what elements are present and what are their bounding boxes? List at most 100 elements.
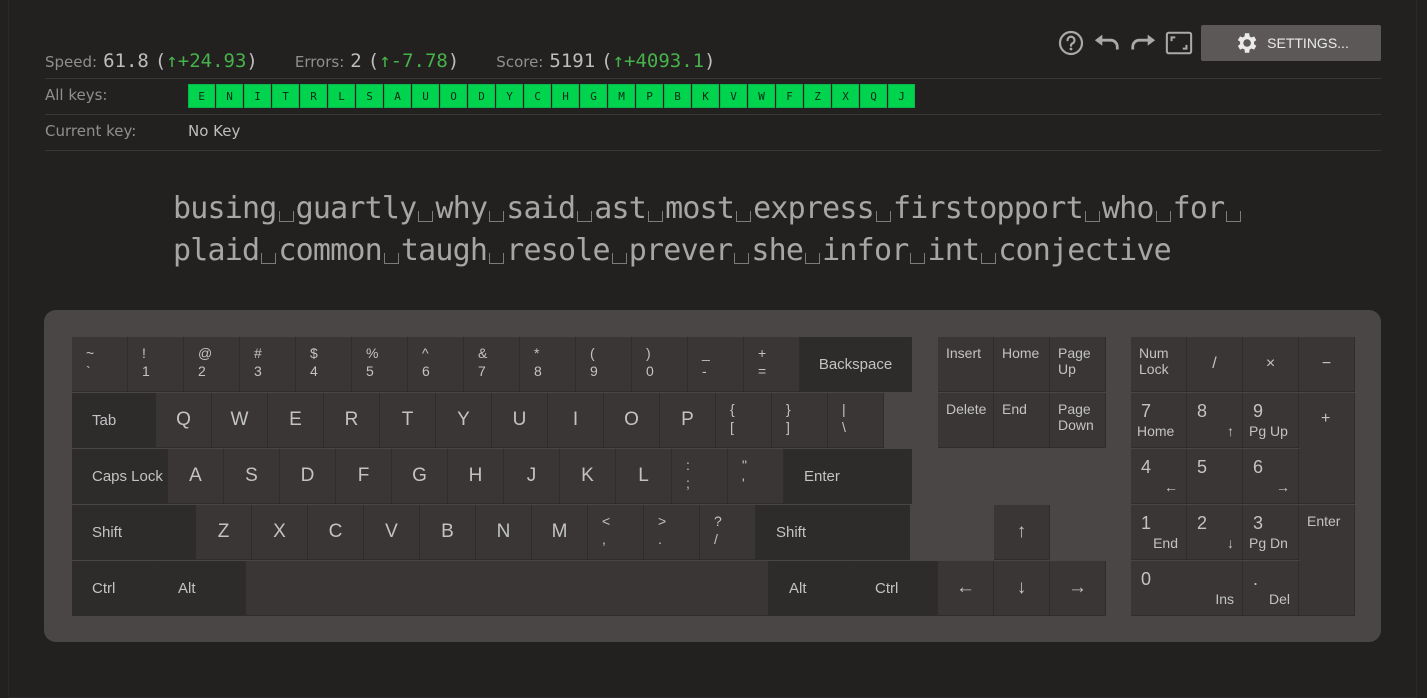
fullscreen-icon[interactable]: [1165, 29, 1193, 57]
key-digit-1[interactable]: ! 1: [128, 337, 184, 392]
space-marker: [805, 253, 821, 264]
key-b[interactable]: B: [420, 505, 476, 560]
practice-word: conjective: [998, 233, 1171, 268]
key-e[interactable]: E: [268, 393, 324, 448]
key-t[interactable]: T: [380, 393, 436, 448]
key-j[interactable]: J: [504, 449, 560, 504]
key-num-divide[interactable]: /: [1187, 337, 1243, 392]
key-p[interactable]: P: [660, 393, 716, 448]
space-marker: [611, 253, 627, 264]
key-num-2[interactable]: 2 ↓: [1187, 505, 1243, 560]
settings-button[interactable]: SETTINGS...: [1201, 25, 1381, 61]
key-tab[interactable]: Tab: [72, 393, 156, 448]
key-digit-7[interactable]: & 7: [464, 337, 520, 392]
key-page-down[interactable]: Page Down: [1050, 393, 1106, 448]
key-m[interactable]: M: [532, 505, 588, 560]
key-home[interactable]: Home: [994, 337, 1050, 392]
key-digit-11[interactable]: _ -: [688, 337, 744, 392]
key-digit-3[interactable]: #3: [240, 337, 296, 392]
key-s[interactable]: S: [224, 449, 280, 504]
key-sym-r3-0[interactable]: :;: [672, 449, 728, 504]
key-x[interactable]: X: [252, 505, 308, 560]
key-alt-right[interactable]: Alt: [769, 561, 855, 616]
key-alt-left[interactable]: Alt: [158, 561, 246, 616]
key-ctrl-left[interactable]: Ctrl: [72, 561, 158, 616]
key-l[interactable]: L: [616, 449, 672, 504]
key-ctrl-right[interactable]: Ctrl: [855, 561, 941, 616]
key-sym-r4-2[interactable]: ? /: [700, 505, 756, 560]
key-c[interactable]: C: [308, 505, 364, 560]
key-num-plus[interactable]: +: [1299, 393, 1355, 504]
space-marker: [489, 211, 505, 222]
key-caps-lock[interactable]: Caps Lock: [72, 449, 168, 504]
key-z[interactable]: Z: [196, 505, 252, 560]
key-num-enter[interactable]: Enter: [1299, 505, 1355, 616]
key-shift-left[interactable]: Shift: [72, 505, 196, 560]
key-num-9[interactable]: 9 Pg Up: [1243, 393, 1299, 448]
key-num-7[interactable]: 7 Home: [1131, 393, 1187, 448]
key-sym-r2-2[interactable]: | \: [828, 393, 884, 448]
key-label: .: [1253, 569, 1259, 589]
key-shift-label: |: [842, 401, 846, 417]
key-num-3[interactable]: 3 Pg Dn: [1243, 505, 1299, 560]
key-num-5[interactable]: 5: [1187, 449, 1243, 504]
key-h[interactable]: H: [448, 449, 504, 504]
key-digit-9[interactable]: (9: [576, 337, 632, 392]
redo-icon[interactable]: [1129, 29, 1157, 57]
key-digit-4[interactable]: $4: [296, 337, 352, 392]
key-digit-10[interactable]: ) 0: [632, 337, 688, 392]
key-a[interactable]: A: [168, 449, 224, 504]
key-num-8[interactable]: 8 ↑: [1187, 393, 1243, 448]
key-backspace[interactable]: Backspace: [800, 337, 912, 392]
key-arrow-right[interactable]: →: [1050, 561, 1106, 616]
key-end[interactable]: End: [994, 393, 1050, 448]
key-space[interactable]: [246, 561, 769, 616]
key-q[interactable]: Q: [156, 393, 212, 448]
key-digit-12[interactable]: + =: [744, 337, 800, 392]
key-label: -: [702, 363, 707, 379]
key-digit-0[interactable]: ~ `: [72, 337, 128, 392]
help-icon[interactable]: [1057, 29, 1085, 57]
key-o[interactable]: O: [604, 393, 660, 448]
key-f[interactable]: F: [336, 449, 392, 504]
key-num-1[interactable]: 1 End: [1131, 505, 1187, 560]
key-u[interactable]: U: [492, 393, 548, 448]
key-digit-5[interactable]: % 5: [352, 337, 408, 392]
key-arrow-down[interactable]: ↓: [994, 561, 1050, 616]
key-num-minus[interactable]: −: [1299, 337, 1355, 392]
key-n[interactable]: N: [476, 505, 532, 560]
key-digit-2[interactable]: @2: [184, 337, 240, 392]
undo-icon[interactable]: [1093, 29, 1121, 57]
key-num-4[interactable]: 4 ←: [1131, 449, 1187, 504]
key-g[interactable]: G: [392, 449, 448, 504]
key-digit-6[interactable]: ^ 6: [408, 337, 464, 392]
key-enter[interactable]: Enter: [784, 449, 912, 504]
key-sym-r4-1[interactable]: >.: [644, 505, 700, 560]
key-delete[interactable]: Delete: [938, 393, 994, 448]
key-d[interactable]: D: [280, 449, 336, 504]
key-k[interactable]: K: [560, 449, 616, 504]
key-num-multiply[interactable]: ×: [1243, 337, 1299, 392]
key-page-up[interactable]: Page Up: [1050, 337, 1106, 392]
key-numlock[interactable]: Num Lock: [1131, 337, 1187, 392]
key-i[interactable]: I: [548, 393, 604, 448]
key-num-0[interactable]: 0 Ins: [1131, 561, 1243, 616]
key-arrow-up[interactable]: ↑: [994, 505, 1050, 560]
key-digit-8[interactable]: * 8: [520, 337, 576, 392]
key-sym-r2-1[interactable]: }]: [772, 393, 828, 448]
key-y[interactable]: Y: [436, 393, 492, 448]
key-sym-r2-0[interactable]: {[: [716, 393, 772, 448]
key-sym-r3-1[interactable]: " ': [728, 449, 784, 504]
key-sym-r4-0[interactable]: <,: [588, 505, 644, 560]
key-shift-right[interactable]: Shift: [756, 505, 910, 560]
key-num-6[interactable]: 6 →: [1243, 449, 1299, 504]
practice-word: common: [278, 233, 382, 268]
key-num-dot[interactable]: . Del: [1243, 561, 1299, 616]
key-arrow-left[interactable]: ←: [938, 561, 994, 616]
key-sub-label: End: [1153, 535, 1178, 551]
key-v[interactable]: V: [364, 505, 420, 560]
key-insert[interactable]: Insert: [938, 337, 994, 392]
key-r[interactable]: R: [324, 393, 380, 448]
key-w[interactable]: W: [212, 393, 268, 448]
practice-word: guartly: [295, 191, 418, 226]
